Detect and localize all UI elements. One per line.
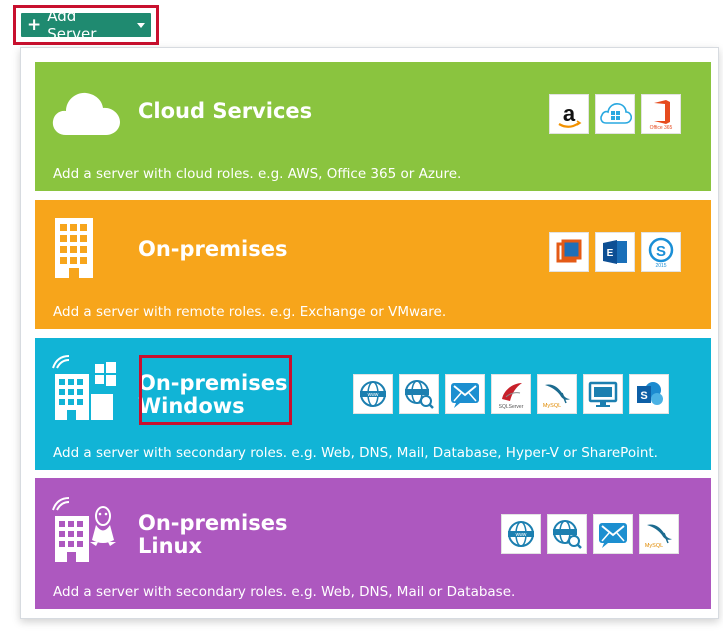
add-server-label: Add Server bbox=[47, 7, 97, 43]
cloud-services-description: Add a server with cloud roles. e.g. AWS,… bbox=[53, 166, 462, 182]
amazon-icon[interactable]: a bbox=[549, 94, 589, 134]
skype-icon[interactable]: S 2015 bbox=[641, 232, 681, 272]
add-server-highlight: + Add Server bbox=[13, 5, 159, 45]
svg-text:MySQL: MySQL bbox=[543, 403, 561, 409]
title-line-1: On-premises bbox=[138, 511, 288, 535]
linux-building-icon bbox=[52, 497, 116, 562]
svg-text:a: a bbox=[563, 101, 576, 126]
mail-icon[interactable] bbox=[445, 374, 485, 414]
add-server-button[interactable]: + Add Server bbox=[21, 7, 151, 43]
svg-text:E: E bbox=[607, 248, 614, 259]
windows-title-highlight bbox=[139, 355, 292, 425]
on-premises-windows-description: Add a server with secondary roles. e.g. … bbox=[53, 445, 658, 461]
web-icon[interactable]: www bbox=[501, 514, 541, 554]
svg-text:S: S bbox=[656, 243, 666, 260]
hyperv-icon[interactable] bbox=[583, 374, 623, 414]
building-icon bbox=[55, 218, 93, 278]
svg-text:www: www bbox=[516, 532, 527, 538]
dns-icon[interactable] bbox=[399, 374, 439, 414]
svg-text:Office 365: Office 365 bbox=[650, 125, 673, 131]
office-365-icon[interactable]: Office 365 bbox=[641, 94, 681, 134]
on-premises-linux-description: Add a server with secondary roles. e.g. … bbox=[53, 584, 516, 600]
svg-text:www: www bbox=[368, 392, 379, 398]
mail-icon[interactable] bbox=[593, 514, 633, 554]
cloud-icon bbox=[52, 92, 121, 135]
caret-down-icon bbox=[137, 22, 145, 28]
azure-icon[interactable] bbox=[595, 94, 635, 134]
dns-icon[interactable] bbox=[547, 514, 587, 554]
mysql-icon[interactable]: MySQL bbox=[639, 514, 679, 554]
sharepoint-icon[interactable]: S bbox=[629, 374, 669, 414]
windows-building-icon bbox=[52, 355, 116, 420]
cloud-services-option[interactable]: Cloud Services a Office 365 Add a server… bbox=[35, 62, 711, 191]
svg-text:MySQL: MySQL bbox=[645, 543, 663, 549]
mysql-icon[interactable]: MySQL bbox=[537, 374, 577, 414]
on-premises-title: On-premises bbox=[138, 237, 288, 261]
svg-text:SQLServer: SQLServer bbox=[499, 404, 524, 410]
on-premises-windows-option[interactable]: On-premises Windows www SQLServer MySQL bbox=[35, 338, 711, 470]
cloud-services-title: Cloud Services bbox=[138, 99, 313, 123]
add-server-dropdown: Cloud Services a Office 365 Add a server… bbox=[20, 47, 719, 619]
on-premises-linux-option[interactable]: On-premises Linux www MySQL Add a server… bbox=[35, 478, 711, 609]
exchange-icon[interactable]: E bbox=[595, 232, 635, 272]
web-icon[interactable]: www bbox=[353, 374, 393, 414]
title-line-2: Linux bbox=[138, 534, 203, 558]
on-premises-linux-title: On-premises Linux bbox=[138, 512, 287, 558]
sqlserver-icon[interactable]: SQLServer bbox=[491, 374, 531, 414]
on-premises-description: Add a server with remote roles. e.g. Exc… bbox=[53, 304, 447, 320]
vmware-icon[interactable] bbox=[549, 232, 589, 272]
svg-text:2015: 2015 bbox=[655, 263, 666, 269]
plus-icon: + bbox=[27, 14, 42, 35]
on-premises-option[interactable]: On-premises E S 2015 Add a server with re… bbox=[35, 200, 711, 329]
svg-text:S: S bbox=[640, 390, 647, 402]
